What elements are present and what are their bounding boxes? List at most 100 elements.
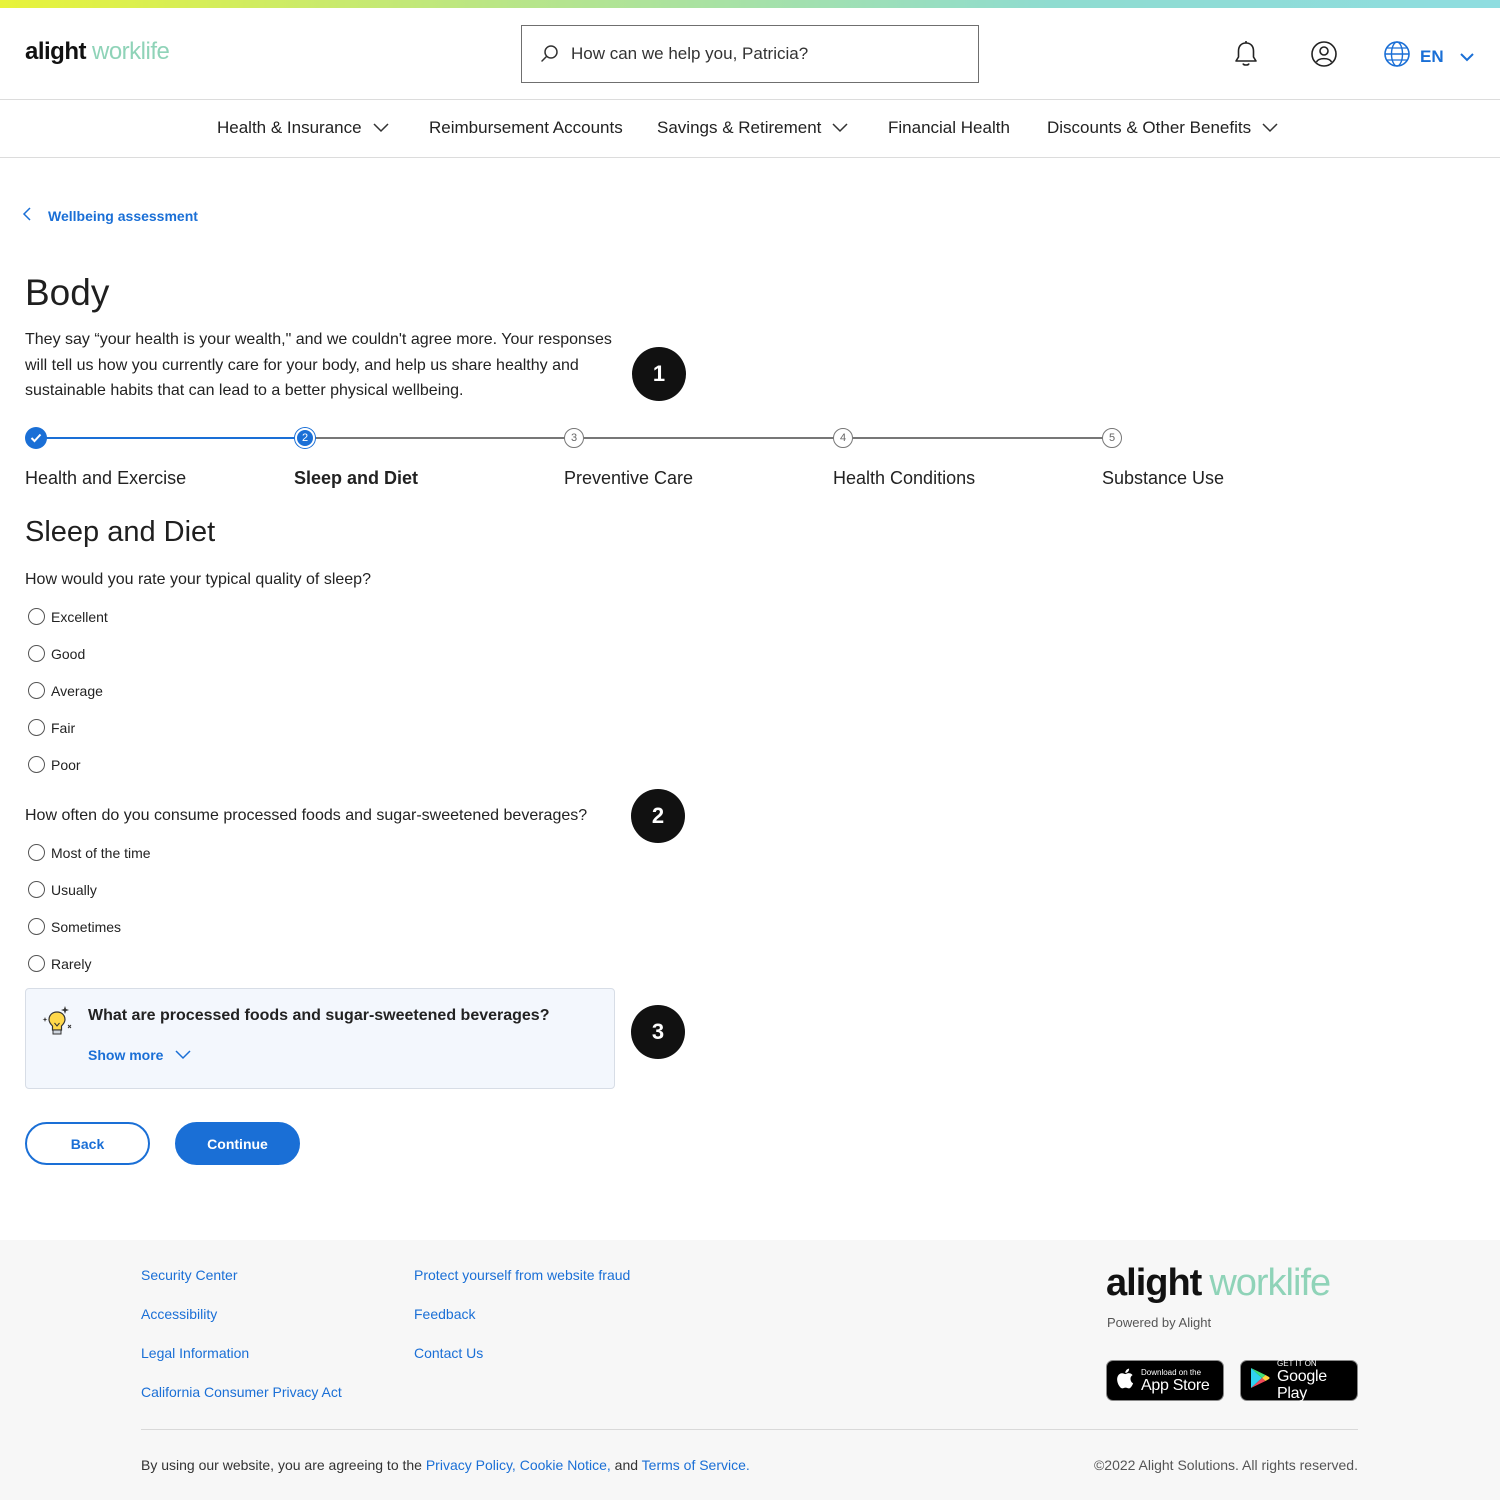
lightbulb-icon: [41, 1003, 73, 1044]
nav-item-label: Financial Health: [888, 118, 1010, 137]
radio-button[interactable]: [28, 844, 45, 861]
alight-worklife-logo[interactable]: alight worklife: [25, 38, 170, 66]
radio-option-excellent[interactable]: Excellent: [28, 608, 108, 625]
radio-option-poor[interactable]: Poor: [28, 756, 81, 773]
step-2-label: Sleep and Diet: [294, 468, 419, 488]
step-3-label: Preventive Care: [564, 468, 694, 488]
radio-label: Fair: [51, 719, 76, 736]
language-selector[interactable]: EN: [1383, 40, 1475, 73]
legal-notice: By using our website, you are agreeing t…: [141, 1457, 750, 1473]
step-4-indicator: 4: [833, 428, 853, 448]
search-box[interactable]: [521, 25, 979, 83]
nav-item-label: Discounts & Other Benefits: [1047, 118, 1252, 137]
radio-option-fair[interactable]: Fair: [28, 719, 75, 736]
footer-link-website-fraud[interactable]: Protect yourself from website fraud: [414, 1267, 630, 1283]
breadcrumb-back-link[interactable]: Wellbeing assessment: [22, 206, 198, 225]
legal-and: and: [614, 1457, 639, 1473]
radio-button[interactable]: [28, 881, 45, 898]
nav-item-label: Health & Insurance: [217, 118, 362, 137]
stepper-line-complete: [45, 437, 297, 439]
radio-button[interactable]: [28, 719, 45, 736]
back-button[interactable]: Back: [25, 1122, 150, 1165]
step-5-label: Substance Use: [1102, 468, 1225, 488]
info-tip-card: What are processed foods and sugar-sweet…: [25, 988, 615, 1089]
footer-alight-worklife-logo: alight worklife: [1106, 1262, 1331, 1305]
nav-item-label: Reimbursement Accounts: [429, 118, 623, 137]
step-4-label: Health Conditions: [833, 468, 976, 488]
chevron-down-icon: [373, 118, 389, 138]
logo-main-text: alight: [25, 38, 87, 65]
app-store-big: App Store: [1141, 1376, 1210, 1394]
radio-option-sometimes[interactable]: Sometimes: [28, 918, 121, 935]
app-store-badge[interactable]: Download on the App Store: [1106, 1360, 1224, 1401]
cookie-notice-link[interactable]: Cookie Notice,: [520, 1457, 611, 1473]
radio-button[interactable]: [28, 682, 45, 699]
stepper-line: [853, 437, 1103, 439]
radio-label: Good: [51, 645, 86, 662]
radio-option-good[interactable]: Good: [28, 645, 85, 662]
annotation-marker-1: 1: [632, 347, 686, 401]
step-3-indicator: 3: [564, 428, 584, 448]
page-intro: They say “your health is your wealth," a…: [25, 331, 612, 399]
annotation-marker-3: 3: [631, 1005, 685, 1059]
step-1-check-icon[interactable]: [25, 427, 47, 449]
logo-accent-text: worklife: [1209, 1262, 1331, 1304]
site-footer: Security Center Accessibility Legal Info…: [0, 1240, 1500, 1500]
footer-link-accessibility[interactable]: Accessibility: [141, 1306, 217, 1322]
question-sleep-quality: How would you rate your typical quality …: [25, 571, 371, 588]
main-nav: Health & Insurance Reimbursement Account…: [0, 100, 1500, 158]
radio-button[interactable]: [28, 608, 45, 625]
globe-icon: [1383, 40, 1411, 73]
radio-button[interactable]: [28, 756, 45, 773]
stepper-line: [315, 437, 565, 439]
continue-button[interactable]: Continue: [175, 1122, 300, 1165]
radio-option-most-of-the-time[interactable]: Most of the time: [28, 844, 151, 861]
section-title: Sleep and Diet: [25, 516, 216, 548]
radio-label: Average: [51, 682, 103, 699]
radio-button[interactable]: [28, 918, 45, 935]
step-5-indicator: 5: [1102, 428, 1122, 448]
radio-option-average[interactable]: Average: [28, 682, 103, 699]
copyright-text: ©2022 Alight Solutions. All rights reser…: [1093, 1457, 1358, 1473]
radio-label: Excellent: [51, 608, 108, 625]
nav-item-financial-health[interactable]: Financial Health: [888, 118, 1010, 138]
show-more-toggle[interactable]: Show more: [88, 1047, 191, 1063]
search-input[interactable]: [571, 26, 961, 82]
footer-link-feedback[interactable]: Feedback: [414, 1306, 475, 1322]
radio-label: Rarely: [51, 955, 92, 972]
google-play-text: GET IT ON Google Play: [1277, 1359, 1357, 1402]
breadcrumb-label: Wellbeing assessment: [48, 207, 198, 224]
nav-item-reimbursement-accounts[interactable]: Reimbursement Accounts: [429, 118, 623, 138]
google-play-small: GET IT ON: [1277, 1359, 1317, 1368]
user-account-icon[interactable]: [1310, 40, 1338, 73]
step-2-indicator[interactable]: 2: [295, 428, 315, 448]
stepper-line: [584, 437, 834, 439]
privacy-policy-link[interactable]: Privacy Policy,: [426, 1457, 516, 1473]
radio-option-rarely[interactable]: Rarely: [28, 955, 91, 972]
google-play-badge[interactable]: GET IT ON Google Play: [1240, 1359, 1358, 1402]
brand-gradient-bar: [0, 0, 1500, 8]
footer-link-security-center[interactable]: Security Center: [141, 1267, 237, 1283]
radio-label: Sometimes: [51, 918, 122, 935]
nav-item-discounts-other-benefits[interactable]: Discounts & Other Benefits: [1047, 118, 1278, 138]
show-more-label: Show more: [88, 1047, 164, 1063]
radio-label: Poor: [51, 756, 81, 773]
footer-link-ccpa[interactable]: California Consumer Privacy Act: [141, 1384, 342, 1400]
nav-item-health-insurance[interactable]: Health & Insurance: [217, 118, 389, 138]
top-header: alightworklife EN: [0, 8, 1500, 100]
radio-option-usually[interactable]: Usually: [28, 881, 97, 898]
footer-link-contact-us[interactable]: Contact Us: [414, 1345, 483, 1361]
radio-button[interactable]: [28, 645, 45, 662]
footer-link-legal-information[interactable]: Legal Information: [141, 1345, 249, 1361]
nav-item-savings-retirement[interactable]: Savings & Retirement: [657, 118, 848, 138]
chevron-left-icon: [22, 206, 32, 225]
question-processed-foods: How often do you consume processed foods…: [25, 807, 588, 824]
step-1-label[interactable]: Health and Exercise: [25, 468, 186, 489]
app-store-text: Download on the App Store: [1141, 1368, 1210, 1394]
radio-button[interactable]: [28, 955, 45, 972]
footer-divider: [141, 1429, 1358, 1430]
bell-icon[interactable]: [1233, 40, 1259, 73]
terms-of-service-link[interactable]: Terms of Service.: [642, 1457, 750, 1473]
language-code: EN: [1420, 46, 1444, 66]
logo-accent-text: worklife: [92, 38, 170, 65]
